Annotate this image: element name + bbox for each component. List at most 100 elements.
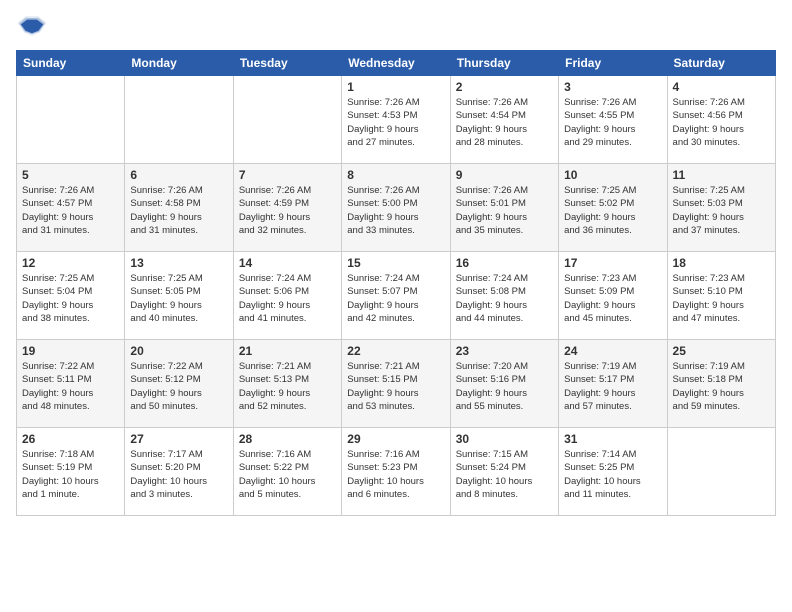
day-info: Sunrise: 7:25 AM Sunset: 5:02 PM Dayligh… <box>564 184 661 237</box>
day-cell-8: 8 Sunrise: 7:26 AM Sunset: 5:00 PM Daylig… <box>342 164 450 252</box>
day-cell-14: 14Sunrise: 7:24 AM Sunset: 5:06 PM Dayli… <box>233 252 341 340</box>
day-info: Sunrise: 7:19 AM Sunset: 5:17 PM Dayligh… <box>564 360 661 413</box>
day-info: Sunrise: 7:22 AM Sunset: 5:12 PM Dayligh… <box>130 360 227 413</box>
day-number: 26 <box>22 432 119 446</box>
day-info: Sunrise: 7:23 AM Sunset: 5:09 PM Dayligh… <box>564 272 661 325</box>
day-info: Sunrise: 7:26 AM Sunset: 4:59 PM Dayligh… <box>239 184 336 237</box>
day-info: Sunrise: 7:24 AM Sunset: 5:08 PM Dayligh… <box>456 272 553 325</box>
day-cell-11: 11Sunrise: 7:25 AM Sunset: 5:03 PM Dayli… <box>667 164 775 252</box>
day-cell-5: 5 Sunrise: 7:26 AM Sunset: 4:57 PM Daylig… <box>17 164 125 252</box>
logo <box>16 10 52 42</box>
day-cell-9: 9 Sunrise: 7:26 AM Sunset: 5:01 PM Daylig… <box>450 164 558 252</box>
day-info: Sunrise: 7:23 AM Sunset: 5:10 PM Dayligh… <box>673 272 770 325</box>
day-info: Sunrise: 7:26 AM Sunset: 5:00 PM Dayligh… <box>347 184 444 237</box>
day-cell-22: 22 Sunrise: 7:21 AM Sunset: 5:15 PM Dayli… <box>342 340 450 428</box>
day-info: Sunrise: 7:26 AM Sunset: 4:56 PM Dayligh… <box>673 96 770 149</box>
day-info: Sunrise: 7:26 AM Sunset: 5:01 PM Dayligh… <box>456 184 553 237</box>
weekday-header-sunday: Sunday <box>17 51 125 76</box>
day-info: Sunrise: 7:21 AM Sunset: 5:13 PM Dayligh… <box>239 360 336 413</box>
day-info: Sunrise: 7:15 AM Sunset: 5:24 PM Dayligh… <box>456 448 553 501</box>
day-info: Sunrise: 7:26 AM Sunset: 4:55 PM Dayligh… <box>564 96 661 149</box>
weekday-header-wednesday: Wednesday <box>342 51 450 76</box>
header <box>16 10 776 42</box>
week-row-4: 19 Sunrise: 7:22 AM Sunset: 5:11 PM Dayli… <box>17 340 776 428</box>
day-cell-12: 12Sunrise: 7:25 AM Sunset: 5:04 PM Dayli… <box>17 252 125 340</box>
day-info: Sunrise: 7:26 AM Sunset: 4:57 PM Dayligh… <box>22 184 119 237</box>
day-cell-23: 23 Sunrise: 7:20 AM Sunset: 5:16 PM Dayli… <box>450 340 558 428</box>
empty-cell <box>125 76 233 164</box>
day-info: Sunrise: 7:18 AM Sunset: 5:19 PM Dayligh… <box>22 448 119 501</box>
day-cell-27: 27 Sunrise: 7:17 AM Sunset: 5:20 PM Dayli… <box>125 428 233 516</box>
day-cell-16: 16 Sunrise: 7:24 AM Sunset: 5:08 PM Dayli… <box>450 252 558 340</box>
day-number: 1 <box>347 80 444 94</box>
day-info: Sunrise: 7:16 AM Sunset: 5:23 PM Dayligh… <box>347 448 444 501</box>
day-number: 9 <box>456 168 553 182</box>
day-number: 29 <box>347 432 444 446</box>
day-number: 20 <box>130 344 227 358</box>
weekday-header-saturday: Saturday <box>667 51 775 76</box>
weekday-header-friday: Friday <box>559 51 667 76</box>
day-number: 25 <box>673 344 770 358</box>
calendar-table: SundayMondayTuesdayWednesdayThursdayFrid… <box>16 50 776 516</box>
day-cell-21: 21 Sunrise: 7:21 AM Sunset: 5:13 PM Dayli… <box>233 340 341 428</box>
day-number: 4 <box>673 80 770 94</box>
day-number: 19 <box>22 344 119 358</box>
day-info: Sunrise: 7:21 AM Sunset: 5:15 PM Dayligh… <box>347 360 444 413</box>
day-number: 8 <box>347 168 444 182</box>
day-info: Sunrise: 7:26 AM Sunset: 4:58 PM Dayligh… <box>130 184 227 237</box>
day-cell-31: 31 Sunrise: 7:14 AM Sunset: 5:25 PM Dayli… <box>559 428 667 516</box>
day-info: Sunrise: 7:26 AM Sunset: 4:54 PM Dayligh… <box>456 96 553 149</box>
empty-cell <box>233 76 341 164</box>
day-number: 14 <box>239 256 336 270</box>
weekday-header-row: SundayMondayTuesdayWednesdayThursdayFrid… <box>17 51 776 76</box>
day-cell-6: 6Sunrise: 7:26 AM Sunset: 4:58 PM Daylig… <box>125 164 233 252</box>
day-cell-1: 1Sunrise: 7:26 AM Sunset: 4:53 PM Daylig… <box>342 76 450 164</box>
day-info: Sunrise: 7:22 AM Sunset: 5:11 PM Dayligh… <box>22 360 119 413</box>
weekday-header-tuesday: Tuesday <box>233 51 341 76</box>
day-number: 10 <box>564 168 661 182</box>
day-number: 31 <box>564 432 661 446</box>
week-row-1: 1Sunrise: 7:26 AM Sunset: 4:53 PM Daylig… <box>17 76 776 164</box>
empty-cell <box>17 76 125 164</box>
day-number: 5 <box>22 168 119 182</box>
day-number: 2 <box>456 80 553 94</box>
day-cell-2: 2 Sunrise: 7:26 AM Sunset: 4:54 PM Daylig… <box>450 76 558 164</box>
day-info: Sunrise: 7:14 AM Sunset: 5:25 PM Dayligh… <box>564 448 661 501</box>
day-cell-4: 4 Sunrise: 7:26 AM Sunset: 4:56 PM Daylig… <box>667 76 775 164</box>
day-number: 13 <box>130 256 227 270</box>
day-cell-7: 7 Sunrise: 7:26 AM Sunset: 4:59 PM Daylig… <box>233 164 341 252</box>
day-info: Sunrise: 7:20 AM Sunset: 5:16 PM Dayligh… <box>456 360 553 413</box>
day-number: 15 <box>347 256 444 270</box>
day-number: 22 <box>347 344 444 358</box>
day-info: Sunrise: 7:25 AM Sunset: 5:05 PM Dayligh… <box>130 272 227 325</box>
week-row-5: 26 Sunrise: 7:18 AM Sunset: 5:19 PM Dayli… <box>17 428 776 516</box>
empty-cell <box>667 428 775 516</box>
day-cell-30: 30Sunrise: 7:15 AM Sunset: 5:24 PM Dayli… <box>450 428 558 516</box>
day-cell-25: 25 Sunrise: 7:19 AM Sunset: 5:18 PM Dayli… <box>667 340 775 428</box>
week-row-3: 12Sunrise: 7:25 AM Sunset: 5:04 PM Dayli… <box>17 252 776 340</box>
day-cell-26: 26 Sunrise: 7:18 AM Sunset: 5:19 PM Dayli… <box>17 428 125 516</box>
day-cell-28: 28 Sunrise: 7:16 AM Sunset: 5:22 PM Dayli… <box>233 428 341 516</box>
day-number: 7 <box>239 168 336 182</box>
day-info: Sunrise: 7:25 AM Sunset: 5:03 PM Dayligh… <box>673 184 770 237</box>
day-number: 23 <box>456 344 553 358</box>
day-info: Sunrise: 7:25 AM Sunset: 5:04 PM Dayligh… <box>22 272 119 325</box>
day-number: 28 <box>239 432 336 446</box>
day-info: Sunrise: 7:19 AM Sunset: 5:18 PM Dayligh… <box>673 360 770 413</box>
day-number: 21 <box>239 344 336 358</box>
day-number: 27 <box>130 432 227 446</box>
day-number: 17 <box>564 256 661 270</box>
day-number: 24 <box>564 344 661 358</box>
day-cell-29: 29 Sunrise: 7:16 AM Sunset: 5:23 PM Dayli… <box>342 428 450 516</box>
day-number: 3 <box>564 80 661 94</box>
weekday-header-thursday: Thursday <box>450 51 558 76</box>
day-cell-20: 20 Sunrise: 7:22 AM Sunset: 5:12 PM Dayli… <box>125 340 233 428</box>
week-row-2: 5 Sunrise: 7:26 AM Sunset: 4:57 PM Daylig… <box>17 164 776 252</box>
day-cell-3: 3 Sunrise: 7:26 AM Sunset: 4:55 PM Daylig… <box>559 76 667 164</box>
weekday-header-monday: Monday <box>125 51 233 76</box>
day-cell-18: 18Sunrise: 7:23 AM Sunset: 5:10 PM Dayli… <box>667 252 775 340</box>
day-info: Sunrise: 7:16 AM Sunset: 5:22 PM Dayligh… <box>239 448 336 501</box>
day-info: Sunrise: 7:17 AM Sunset: 5:20 PM Dayligh… <box>130 448 227 501</box>
day-number: 16 <box>456 256 553 270</box>
day-info: Sunrise: 7:24 AM Sunset: 5:07 PM Dayligh… <box>347 272 444 325</box>
